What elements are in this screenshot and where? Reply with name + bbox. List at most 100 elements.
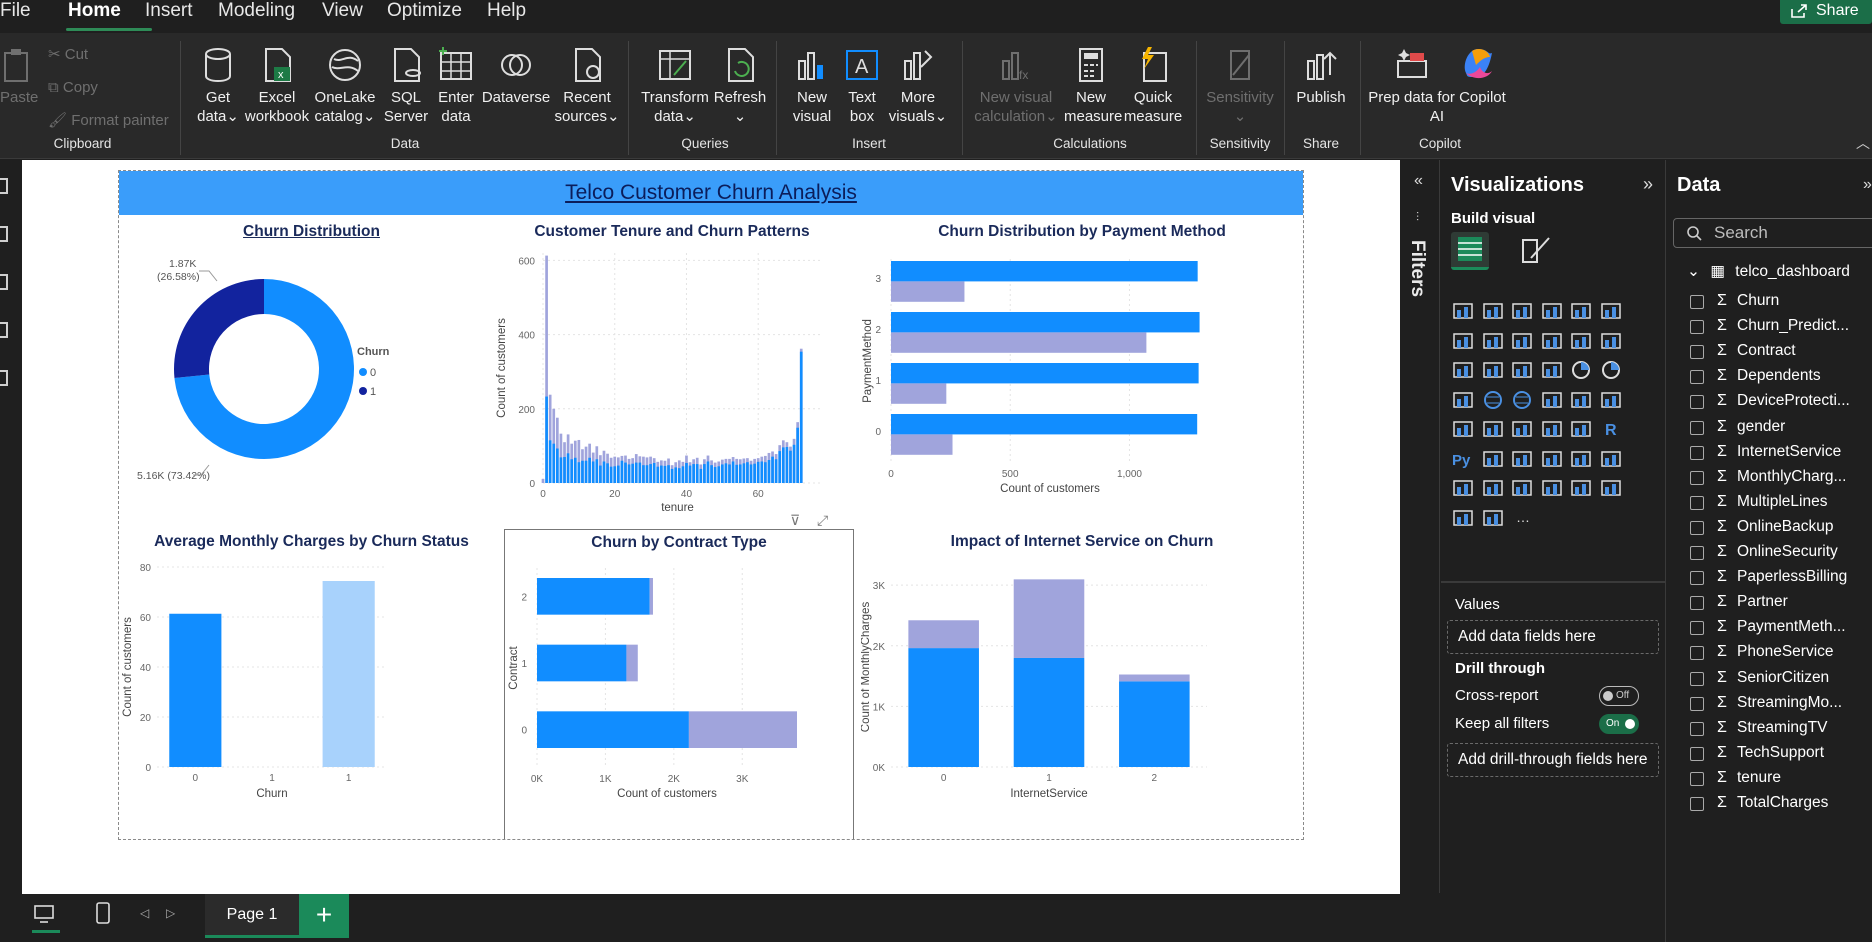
more-visuals-button[interactable]: More visuals⌄: [886, 33, 950, 133]
narrative-visual-icon[interactable]: [1569, 448, 1593, 470]
field-checkbox[interactable]: [1690, 797, 1704, 811]
paste-button[interactable]: Paste: [0, 33, 38, 133]
power-apps-visual-icon[interactable]: [1481, 477, 1505, 499]
visual-tenure[interactable]: Customer Tenure and Churn Patterns 0 200 4…: [467, 219, 877, 519]
list-slicer-visual-icon[interactable]: [1599, 477, 1623, 499]
table-node[interactable]: ⌄ ▦ telco_dashboard: [1687, 262, 1850, 281]
search-input[interactable]: Search: [1673, 218, 1872, 248]
menu-modeling[interactable]: Modeling: [218, 0, 295, 26]
field-checkbox[interactable]: [1690, 646, 1704, 661]
100-column-visual-icon[interactable]: [1599, 300, 1623, 322]
recent-sources-button[interactable]: Recent sources⌄: [554, 33, 620, 133]
area-visual-icon[interactable]: [1481, 330, 1505, 352]
collapse-pane-icon[interactable]: »: [1643, 174, 1653, 195]
table-visual-icon[interactable]: [1540, 418, 1564, 440]
gauge-visual-icon[interactable]: [1569, 389, 1593, 411]
field-checkbox[interactable]: [1690, 771, 1704, 786]
collapse-ribbon-icon[interactable]: ︿: [1856, 133, 1870, 153]
multi-card-visual-icon[interactable]: [1451, 418, 1475, 440]
field-checkbox[interactable]: [1690, 696, 1704, 711]
python-visual-icon[interactable]: Py: [1451, 448, 1475, 470]
new-visual-calculation-button[interactable]: fx New visual calculation⌄: [968, 33, 1064, 133]
new-visual-button[interactable]: New visual: [786, 33, 838, 133]
line-visual-icon[interactable]: [1451, 330, 1475, 352]
menu-home[interactable]: Home: [68, 0, 121, 26]
filters-label[interactable]: Filters: [1406, 240, 1428, 297]
expand-filters-icon[interactable]: «: [1414, 172, 1423, 190]
refresh-button[interactable]: Refresh ⌄: [710, 33, 770, 133]
desktop-layout-icon[interactable]: [34, 904, 54, 924]
field-checkbox[interactable]: [1690, 546, 1704, 560]
button-slicer-visual-icon[interactable]: [1569, 477, 1593, 499]
field-checkbox[interactable]: [1690, 571, 1704, 586]
more-visual-icon[interactable]: …: [1510, 507, 1534, 529]
scatter-visual-icon[interactable]: [1540, 359, 1564, 381]
copy-button[interactable]: ⧉ Copy: [48, 79, 98, 96]
azure-map-visual-icon[interactable]: [1540, 389, 1564, 411]
model-view-icon[interactable]: [0, 274, 8, 290]
stacked-bar-visual-icon[interactable]: [1451, 300, 1475, 322]
100-area-visual-icon[interactable]: [1540, 330, 1564, 352]
r-script-visual-icon[interactable]: R: [1599, 418, 1623, 440]
card-visual-icon[interactable]: [1599, 389, 1623, 411]
field-checkbox[interactable]: [1690, 395, 1704, 410]
add-data-fields-well[interactable]: Add data fields here: [1447, 620, 1659, 654]
field-checkbox[interactable]: [1690, 370, 1704, 385]
field-checkbox[interactable]: [1690, 320, 1704, 335]
power-automate-visual-icon[interactable]: [1510, 477, 1534, 499]
add-drill-through-well[interactable]: Add drill-through fields here: [1447, 743, 1659, 777]
build-visual-tab[interactable]: [1451, 232, 1489, 270]
slicer-visual-icon[interactable]: [1510, 418, 1534, 440]
format-visual-tab[interactable]: [1517, 232, 1555, 270]
pie-visual-icon[interactable]: [1569, 359, 1593, 381]
field-checkbox[interactable]: [1690, 520, 1704, 535]
stacked-area-visual-icon[interactable]: [1510, 330, 1534, 352]
quick-measure-button[interactable]: Quick measure: [1122, 33, 1184, 133]
excel-workbook-button[interactable]: x Excel workbook: [244, 33, 310, 133]
transform-data-button[interactable]: Transform data⌄: [640, 33, 710, 133]
visual-internet-service[interactable]: Impact of Internet Service on Churn 0K 1K…: [861, 529, 1303, 839]
decomposition-visual-icon[interactable]: [1510, 448, 1534, 470]
copilot-visual-icon[interactable]: [1451, 507, 1475, 529]
key-influencers-visual-icon[interactable]: [1481, 448, 1505, 470]
stacked-column-visual-icon[interactable]: [1481, 300, 1505, 322]
field-checkbox[interactable]: [1690, 345, 1704, 360]
matrix-visual-icon[interactable]: [1569, 418, 1593, 440]
100-bar-visual-icon[interactable]: [1569, 300, 1593, 322]
mobile-layout-icon[interactable]: [96, 902, 110, 924]
publish-button[interactable]: Publish: [1290, 33, 1352, 133]
field-checkbox[interactable]: [1690, 596, 1704, 611]
visual-monthly-charges[interactable]: Average Monthly Charges by Churn Status …: [119, 529, 504, 839]
focus-mode-icon[interactable]: ⤢: [817, 512, 828, 529]
field-checkbox[interactable]: [1690, 621, 1704, 636]
next-page-icon[interactable]: ▷: [166, 906, 175, 920]
field-checkbox[interactable]: [1690, 746, 1704, 761]
visual-payment-method[interactable]: Churn Distribution by Payment Method 0 50…: [861, 219, 1303, 519]
filter-icon[interactable]: ⊽: [790, 512, 800, 529]
clustered-column-visual-icon[interactable]: [1540, 300, 1564, 322]
field-checkbox[interactable]: [1690, 495, 1704, 510]
tmdl-view-icon[interactable]: [0, 370, 8, 386]
keep-filters-toggle[interactable]: On: [1599, 714, 1639, 734]
text-box-button[interactable]: A Text box: [838, 33, 886, 133]
cut-button[interactable]: ✂ Cut: [48, 45, 88, 63]
report-title-banner[interactable]: Telco Customer Churn Analysis: [119, 171, 1303, 215]
treemap-visual-icon[interactable]: [1451, 389, 1475, 411]
filled-map-visual-icon[interactable]: [1510, 389, 1534, 411]
dax-query-icon[interactable]: [0, 322, 8, 338]
previous-page-icon[interactable]: ◁: [140, 906, 149, 920]
funnel-visual-icon[interactable]: [1510, 359, 1534, 381]
menu-insert[interactable]: Insert: [145, 0, 193, 26]
ribbon-visual-icon[interactable]: [1451, 359, 1475, 381]
clustered-bar-visual-icon[interactable]: [1510, 300, 1534, 322]
field-checkbox[interactable]: [1690, 420, 1704, 435]
onelake-catalog-button[interactable]: OneLake catalog⌄: [312, 33, 378, 133]
table-view-icon[interactable]: [0, 226, 8, 242]
dataverse-button[interactable]: Dataverse: [478, 33, 554, 133]
report-view-icon[interactable]: [0, 178, 8, 194]
line-column-visual-icon[interactable]: [1569, 330, 1593, 352]
page-tab-1[interactable]: Page 1: [205, 894, 299, 938]
donut-visual-icon[interactable]: [1599, 359, 1623, 381]
format-painter-button[interactable]: 🖌 Format painter: [48, 111, 169, 129]
qa-visual-icon[interactable]: [1540, 448, 1564, 470]
